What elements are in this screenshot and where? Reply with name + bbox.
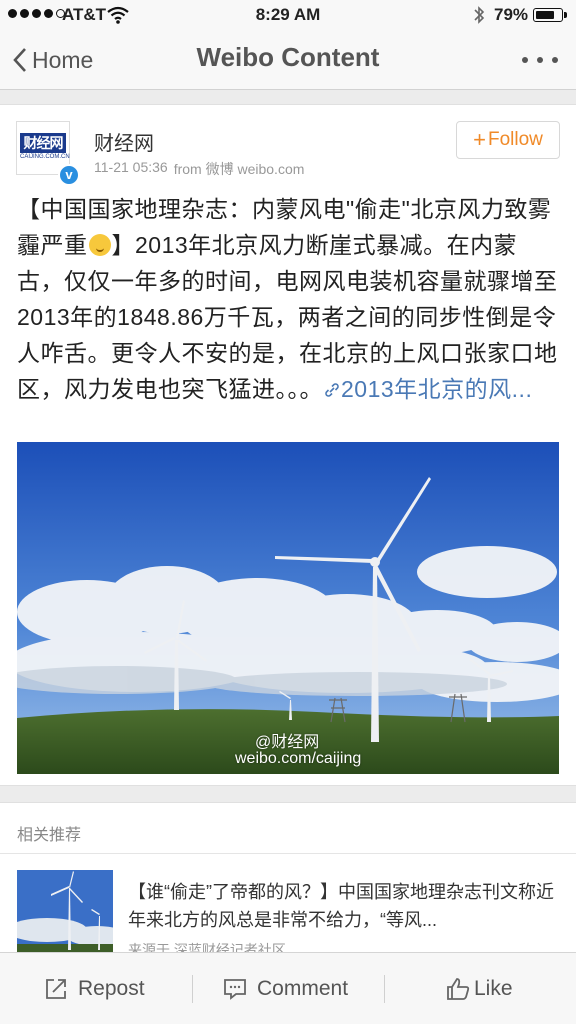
- repost-icon: [46, 979, 66, 999]
- avatar-logo: 财经网: [20, 133, 66, 153]
- divider: [192, 975, 193, 1003]
- repost-button[interactable]: Repost: [44, 971, 145, 1007]
- post-link[interactable]: 2013年北京的风...: [323, 376, 532, 402]
- divider: [0, 853, 576, 854]
- bottom-toolbar: Repost Comment Like: [0, 952, 576, 1024]
- plus-icon: +: [473, 127, 486, 152]
- more-options-button[interactable]: [518, 50, 562, 70]
- divider: [384, 975, 385, 1003]
- avatar[interactable]: 财经网 CAIJING.COM.CN v: [16, 121, 80, 186]
- battery-percent: 79%: [494, 5, 529, 24]
- bluetooth-icon: [472, 5, 486, 30]
- image-watermark-url: weibo.com/caijing: [235, 750, 362, 767]
- related-section: 相关推荐 【谁“偷走”了帝都的风？】中国国家地理杂志刊文称近年来北方的风总是非常…: [0, 802, 576, 958]
- more-dot: [537, 57, 543, 63]
- more-dot: [552, 57, 558, 63]
- more-dot: [522, 57, 528, 63]
- comment-label: Comment: [257, 977, 349, 1000]
- thumbs-up-icon: [447, 978, 470, 1000]
- like-button[interactable]: Like: [446, 971, 513, 1007]
- follow-button[interactable]: + Follow: [456, 121, 560, 159]
- clock: 8:29 AM: [255, 5, 321, 24]
- comment-icon: [224, 979, 246, 1000]
- sleepy-emoji-icon: [88, 234, 111, 256]
- link-icon: [325, 383, 339, 397]
- post-meta: 11-21 05:36 from 微博 weibo.com: [94, 159, 304, 179]
- page-title: Weibo Content: [196, 42, 380, 72]
- verified-badge-icon: v: [58, 164, 80, 186]
- follow-label: Follow: [487, 129, 543, 150]
- related-header: 相关推荐: [17, 827, 82, 844]
- author-name[interactable]: 财经网: [94, 127, 154, 156]
- repost-label: Repost: [78, 977, 145, 1000]
- post-card: 财经网 CAIJING.COM.CN v 财经网 11-21 05:36 fro…: [0, 104, 576, 786]
- image-watermark-name: @财经网: [255, 734, 320, 751]
- post-source: from 微博 weibo.com: [173, 161, 305, 177]
- post-timestamp: 11-21 05:36: [94, 159, 168, 175]
- post-text: 【中国国家地理杂志：内蒙风电"偷走"北京风力致雾霾严重 】2013年北京风力断崖式…: [17, 191, 563, 407]
- like-label: Like: [474, 977, 513, 1000]
- post-link-text: 2013年北京的风...: [341, 376, 533, 402]
- post-image-wind-turbines[interactable]: @财经网 weibo.com/caijing: [17, 442, 559, 774]
- status-bar: AT&T 8:29 AM 79%: [0, 0, 576, 30]
- avatar-logo-sub: CAIJING.COM.CN: [20, 154, 70, 160]
- related-item-text[interactable]: 【谁“偷走”了帝都的风？】中国国家地理杂志刊文称近年来北方的风总是非常不给力，“…: [128, 878, 560, 934]
- comment-button[interactable]: Comment: [223, 971, 348, 1007]
- navigation-bar: Home Weibo Content: [0, 30, 576, 90]
- battery-icon: [533, 8, 563, 22]
- related-thumbnail[interactable]: [17, 870, 113, 953]
